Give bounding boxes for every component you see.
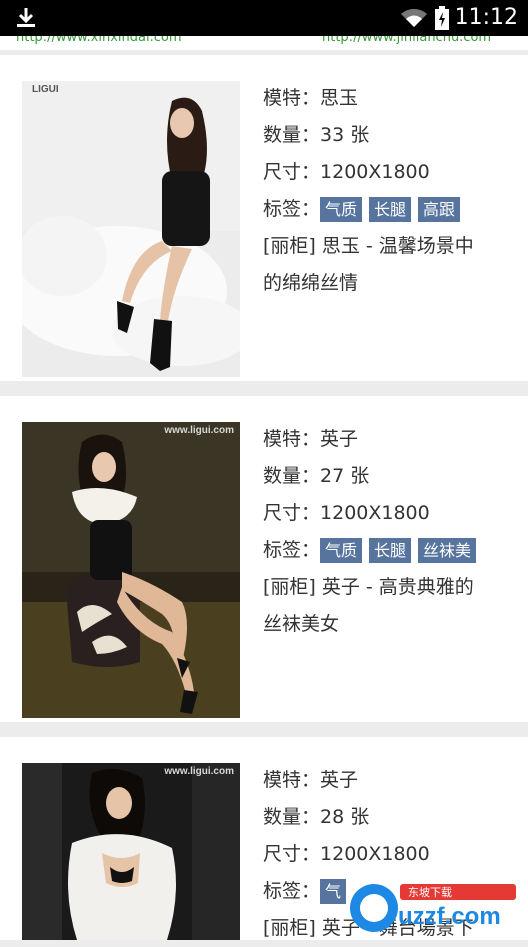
size-value: 1200X1800 xyxy=(320,843,430,865)
size-value: 1200X1800 xyxy=(320,502,430,524)
tag-chip[interactable]: 长腿 xyxy=(369,197,412,222)
tags-label: 标签： xyxy=(263,539,321,561)
size-row: 尺寸：1200X1800 xyxy=(263,154,513,191)
count-value: 28 张 xyxy=(320,806,370,828)
model-label: 模特： xyxy=(263,769,321,791)
tags-row: 标签： 气质 长腿 丝袜美 xyxy=(263,532,513,569)
model-row: 模特：思玉 xyxy=(263,80,513,117)
download-icon xyxy=(17,8,35,27)
tag-chip[interactable]: 气质 xyxy=(320,538,363,563)
album-card[interactable]: www.ligui.com 模特：英子 数量：28 张 尺寸：1200X1800… xyxy=(0,737,528,940)
size-label: 尺寸： xyxy=(263,502,321,524)
count-label: 数量： xyxy=(263,465,321,487)
thumbnail-image xyxy=(22,81,240,377)
size-value: 1200X1800 xyxy=(320,161,430,183)
model-value: 思玉 xyxy=(320,87,359,109)
album-description: [丽柜] 思玉 - 温馨场景中的绵绵丝情 xyxy=(263,235,474,294)
model-label: 模特： xyxy=(263,428,321,450)
model-label: 模特： xyxy=(263,87,321,109)
album-description: [丽柜] 英子 - 高贵典雅的丝袜美女 xyxy=(263,576,474,635)
photo-watermark: www.ligui.com xyxy=(164,766,234,777)
tags-label: 标签： xyxy=(263,198,321,220)
size-row: 尺寸：1200X1800 xyxy=(263,836,513,873)
status-bar: 11:12 xyxy=(0,0,528,36)
tags-label: 标签： xyxy=(263,880,321,902)
ad-url-strip[interactable]: http://www.xinxindai.com http://www.jinl… xyxy=(0,36,528,50)
thumbnail-image xyxy=(22,422,240,718)
tag-chip[interactable]: 高跟 xyxy=(418,197,461,222)
wifi-icon xyxy=(401,8,427,27)
count-row: 数量：33 张 xyxy=(263,117,513,154)
album-card[interactable]: LIGUI 模特：思玉 数量：33 张 尺寸：1200X1800 标签： 气质 长腿… xyxy=(0,55,528,381)
ad-url-right[interactable]: http://www.jinlianchu.com xyxy=(322,36,491,45)
tag-chip[interactable]: 丝袜美 xyxy=(418,538,477,563)
count-value: 33 张 xyxy=(320,124,370,146)
uzzf-logo-icon: 东坡下载 uzzf.com xyxy=(350,884,516,932)
svg-text:uzzf.com: uzzf.com xyxy=(398,903,501,930)
clock: 11:12 xyxy=(454,5,518,30)
battery-charging-icon xyxy=(435,6,449,30)
thumbnail-image xyxy=(22,763,240,940)
photo-watermark: LIGUI xyxy=(32,84,59,95)
size-row: 尺寸：1200X1800 xyxy=(263,495,513,532)
tags-row: 标签： 气质 长腿 高跟 xyxy=(263,191,513,228)
album-thumbnail[interactable]: www.ligui.com xyxy=(22,763,240,940)
tag-chip[interactable]: 长腿 xyxy=(369,538,412,563)
album-thumbnail[interactable]: www.ligui.com xyxy=(22,422,240,718)
count-label: 数量： xyxy=(263,806,321,828)
album-card[interactable]: www.ligui.com 模特：英子 数量：27 张 尺寸：1200X1800… xyxy=(0,396,528,722)
count-value: 27 张 xyxy=(320,465,370,487)
model-value: 英子 xyxy=(320,428,359,450)
album-info: 模特：思玉 数量：33 张 尺寸：1200X1800 标签： 气质 长腿 高跟 [丽柜… xyxy=(263,80,513,302)
model-value: 英子 xyxy=(320,769,359,791)
size-label: 尺寸： xyxy=(263,161,321,183)
tag-chip[interactable]: 气质 xyxy=(320,197,363,222)
photo-watermark: www.ligui.com xyxy=(164,425,234,436)
size-label: 尺寸： xyxy=(263,843,321,865)
model-row: 模特：英子 xyxy=(263,762,513,799)
ad-url-left[interactable]: http://www.xinxindai.com xyxy=(16,36,181,45)
count-row: 数量：28 张 xyxy=(263,799,513,836)
svg-text:东坡下载: 东坡下载 xyxy=(408,886,452,899)
count-row: 数量：27 张 xyxy=(263,458,513,495)
model-row: 模特：英子 xyxy=(263,421,513,458)
album-info: 模特：英子 数量：27 张 尺寸：1200X1800 标签： 气质 长腿 丝袜美 [丽… xyxy=(263,421,513,643)
album-thumbnail[interactable]: LIGUI xyxy=(22,81,240,377)
count-label: 数量： xyxy=(263,124,321,146)
